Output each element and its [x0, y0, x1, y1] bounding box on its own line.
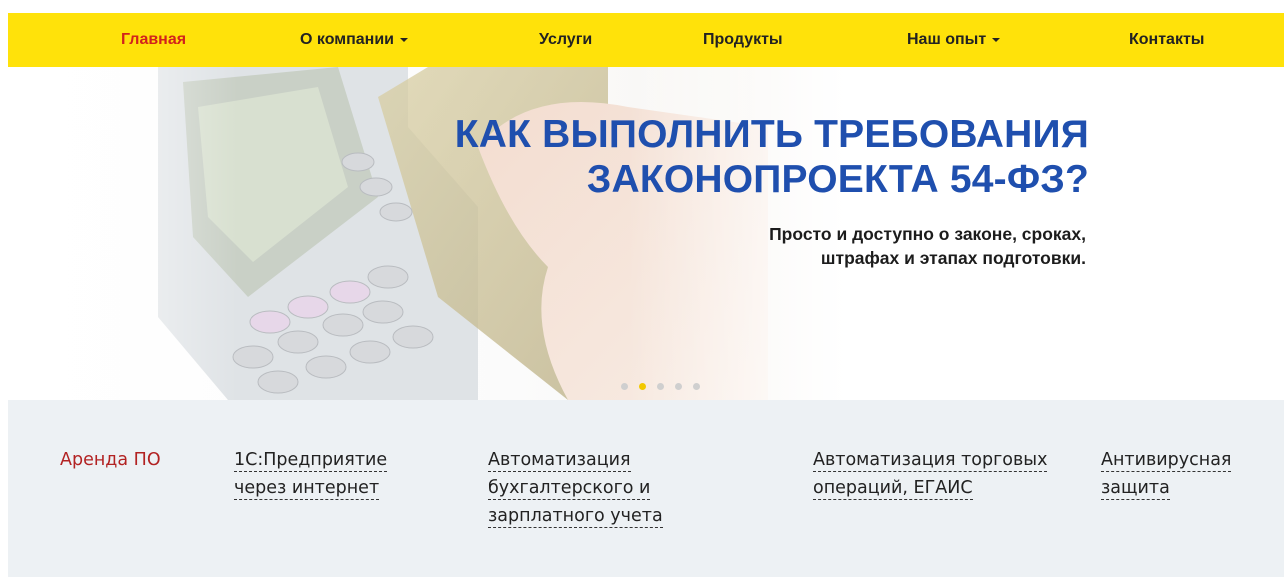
banner-title: КАК ВЫПОЛНИТЬ ТРЕБОВАНИЯ ЗАКОНОПРОЕКТА 5… — [455, 112, 1089, 202]
banner-subtitle: Просто и доступно о законе, сроках, штра… — [769, 222, 1086, 270]
service-link-label: Аренда ПО — [60, 450, 161, 470]
service-link-label: через интернет — [234, 478, 380, 500]
service-link-label: Автоматизация торговых — [813, 450, 1048, 472]
nav-item-home[interactable]: Главная — [121, 13, 186, 67]
service-link-label: Автоматизация — [488, 450, 631, 472]
banner-title-line: ЗАКОНОПРОЕКТА 54-ФЗ? — [586, 158, 1089, 201]
nav-item-contacts[interactable]: Контакты — [1129, 13, 1204, 67]
service-link-software-rental[interactable]: Аренда ПО — [60, 446, 161, 474]
service-link-label: Антивирусная — [1101, 450, 1232, 472]
service-link-accounting-automation[interactable]: Автоматизация бухгалтерского и зарплатно… — [488, 446, 663, 530]
slider-pagination — [621, 375, 711, 390]
banner-subtitle-line: штрафах и этапах подготовки. — [820, 248, 1086, 268]
nav-item-products[interactable]: Продукты — [703, 13, 783, 67]
slider-dot[interactable] — [621, 383, 628, 390]
nav-item-label: Продукты — [703, 31, 783, 48]
service-link-antivirus[interactable]: Антивирусная защита — [1101, 446, 1232, 502]
service-link-1c-online[interactable]: 1С:Предприятие через интернет — [234, 446, 388, 502]
nav-item-label: Главная — [121, 31, 187, 48]
banner-title-line: КАК ВЫПОЛНИТЬ ТРЕБОВАНИЯ — [454, 113, 1089, 156]
nav-item-label: Наш опыт — [907, 31, 987, 48]
nav-item-services[interactable]: Услуги — [539, 13, 592, 67]
chevron-down-icon — [399, 37, 408, 42]
nav-item-experience[interactable]: Наш опыт — [907, 13, 1001, 67]
slider-dot-active[interactable] — [639, 383, 646, 390]
slider-dot[interactable] — [657, 383, 664, 390]
service-link-label: операций, ЕГАИС — [813, 478, 973, 500]
service-link-trade-automation[interactable]: Автоматизация торговых операций, ЕГАИС — [813, 446, 1048, 502]
nav-item-label: Контакты — [1129, 31, 1205, 48]
service-link-label: бухгалтерского и — [488, 478, 651, 500]
service-link-label: 1С:Предприятие — [234, 450, 388, 472]
service-link-label: зарплатного учета — [488, 506, 663, 528]
service-link-label: защита — [1101, 478, 1170, 500]
slider-dot[interactable] — [675, 383, 682, 390]
nav-item-label: Услуги — [539, 31, 593, 48]
banner-subtitle-line: Просто и доступно о законе, сроках, — [769, 224, 1086, 244]
chevron-down-icon — [992, 37, 1001, 42]
hero-banner-slider[interactable]: КАК ВЫПОЛНИТЬ ТРЕБОВАНИЯ ЗАКОНОПРОЕКТА 5… — [8, 67, 1284, 400]
nav-item-about[interactable]: О компании — [300, 13, 408, 67]
slider-dot[interactable] — [693, 383, 700, 390]
top-navigation: Главная О компании Услуги Продукты Наш о… — [8, 13, 1284, 67]
services-strip: Аренда ПО 1С:Предприятие через интернет … — [8, 400, 1284, 577]
nav-item-label: О компании — [300, 31, 394, 48]
